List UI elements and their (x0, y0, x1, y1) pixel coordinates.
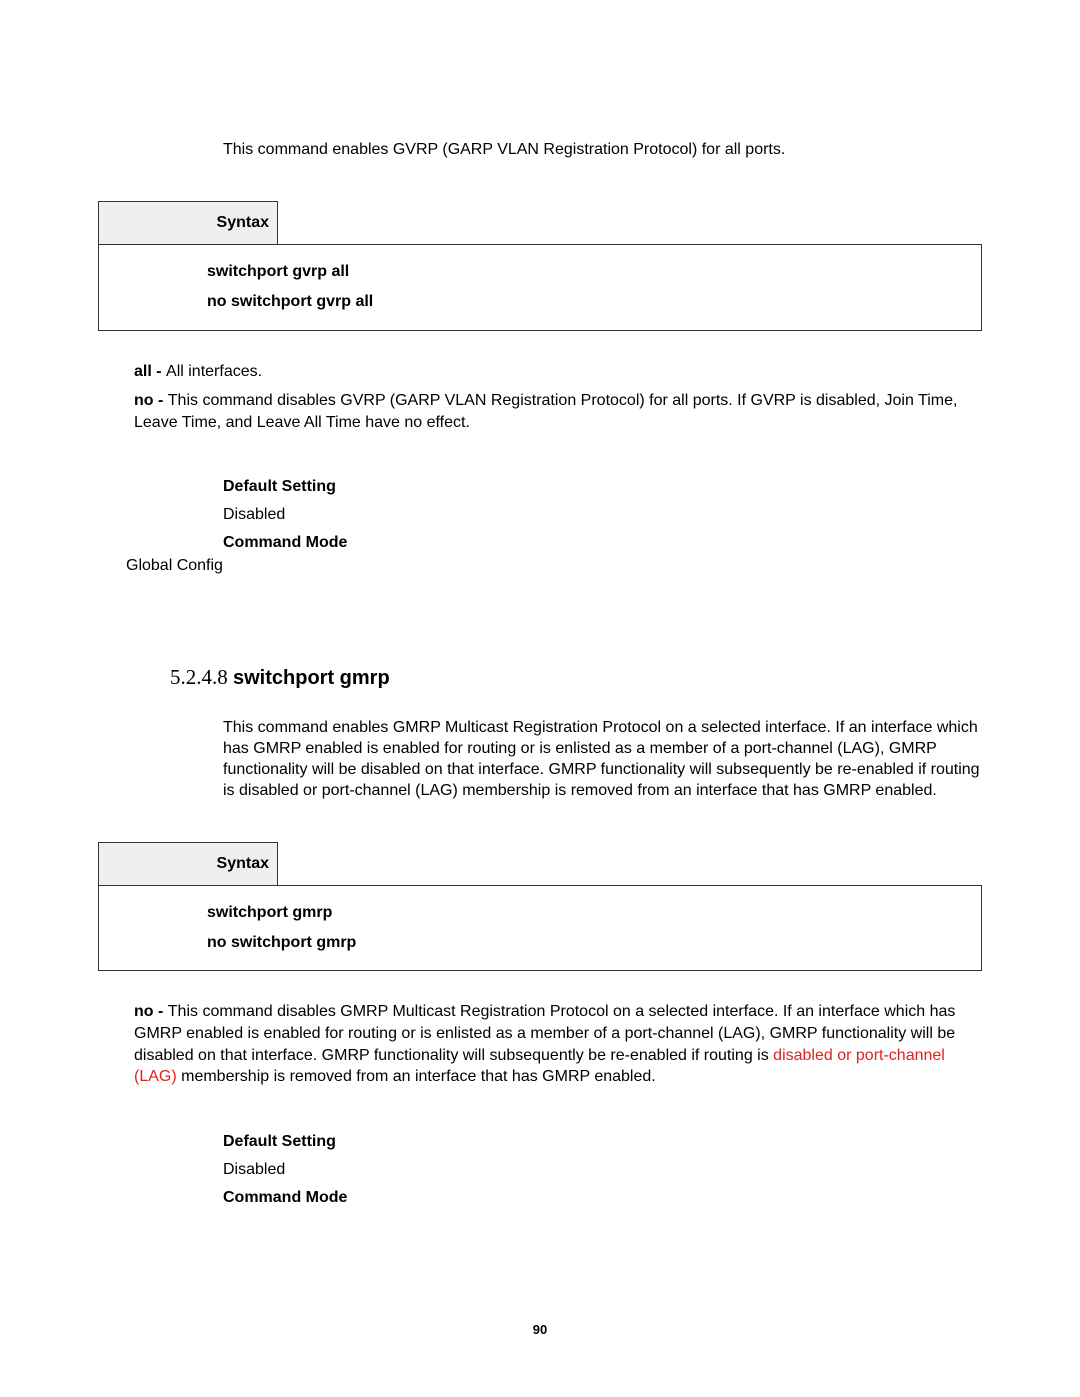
command-mode-label: Command Mode (223, 1184, 982, 1212)
gmrp-syntax-table: Syntax switchport gmrp no switchport gmr… (98, 842, 982, 972)
page-number: 90 (0, 1322, 1080, 1337)
default-setting-value: Disabled (223, 1156, 982, 1184)
syntax-line1: switchport gmrp (207, 898, 973, 928)
default-setting-label: Default Setting (223, 1128, 982, 1156)
gmrp-intro-text: This command enables GMRP Multicast Regi… (223, 718, 982, 801)
syntax-line2: no switchport gmrp (207, 928, 973, 958)
page-content: This command enables GVRP (GARP VLAN Reg… (0, 140, 1080, 1212)
syntax-header-cell: Syntax (99, 842, 278, 885)
heading-title: switchport gmrp (233, 667, 390, 689)
no-label: no - (134, 1003, 168, 1020)
gmrp-description: no - This command disables GMRP Multicas… (134, 1001, 982, 1087)
no-text-b: membership is removed from an interface … (177, 1068, 656, 1085)
document-page: This command enables GVRP (GARP VLAN Reg… (0, 0, 1080, 1397)
gvrp-defaults: Default Setting Disabled Command Mode (223, 473, 982, 557)
all-label: all - (134, 363, 166, 380)
syntax-header-cell: Syntax (99, 201, 278, 244)
no-label: no - (134, 392, 168, 409)
gvrp-syntax-table: Syntax switchport gvrp all no switchport… (98, 201, 982, 331)
syntax-line1: switchport gvrp all (207, 257, 973, 287)
gmrp-defaults: Default Setting Disabled Command Mode (223, 1128, 982, 1212)
all-text: All interfaces. (166, 363, 262, 380)
syntax-body-cell: switchport gmrp no switchport gmrp (99, 885, 982, 971)
default-setting-value: Disabled (223, 501, 982, 529)
syntax-line2: no switchport gvrp all (207, 287, 973, 317)
heading-number: 5.2.4.8 (170, 665, 233, 689)
no-text: This command disables GVRP (GARP VLAN Re… (134, 392, 957, 431)
syntax-empty-cell (278, 201, 982, 244)
command-mode-value: Global Config (126, 557, 982, 575)
section-heading: 5.2.4.8 switchport gmrp (170, 665, 982, 690)
default-setting-label: Default Setting (223, 473, 982, 501)
gvrp-description: all - All interfaces. no - This command … (134, 361, 982, 434)
gvrp-intro-text: This command enables GVRP (GARP VLAN Reg… (223, 140, 982, 161)
command-mode-label: Command Mode (223, 529, 982, 557)
syntax-empty-cell (278, 842, 982, 885)
syntax-body-cell: switchport gvrp all no switchport gvrp a… (99, 244, 982, 330)
